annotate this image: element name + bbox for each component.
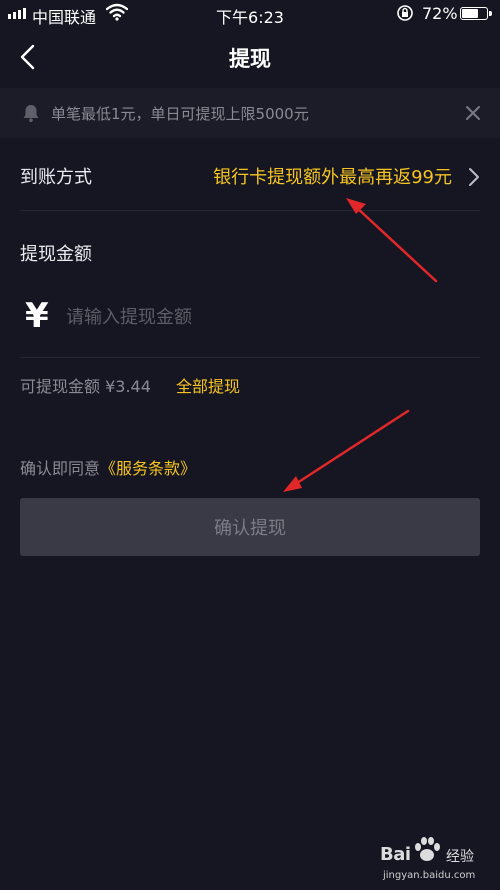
orientation-lock-icon [397,5,413,21]
amount-input[interactable] [66,300,466,334]
withdraw-method-row[interactable]: 到账方式 银行卡提现额外最高再返99元 [0,146,500,208]
available-balance: 可提现金额 ¥3.44 [20,377,151,396]
battery-level-fill [462,9,478,18]
annotation-arrow [283,409,410,492]
nav-bar: 提现 [0,30,500,86]
bell-icon [23,105,39,122]
withdraw-method-label: 到账方式 [20,167,92,188]
watermark-domain: jingyan.baidu.com [383,870,476,881]
withdraw-method-value: 银行卡提现额外最高再返99元 [213,167,452,188]
agreement-text: 确认即同意《服务条款》 [20,455,196,479]
confirm-withdraw-button[interactable]: 确认提现 [20,498,480,556]
notice-banner: 单笔最低1元，单日可提现上限5000元 [0,88,500,138]
terms-link[interactable]: 《服务条款》 [100,459,196,478]
paw-logo-icon [415,837,440,861]
status-bar: 中国联通 下午6:23 72% [0,0,500,28]
watermark-product: 经验 [446,849,474,865]
agreement-prefix: 确认即同意 [20,459,101,478]
battery-percent: 72% [422,4,458,23]
baidu-jingyan-watermark: Bai 经验 jingyan.baidu.com [380,836,495,886]
watermark-brand: Bai [380,844,411,865]
battery-icon [460,7,492,20]
amount-label: 提现金额 [20,244,92,265]
notice-text: 单笔最低1元，单日可提现上限5000元 [51,105,309,123]
chevron-right-icon [469,168,479,186]
divider [20,357,480,358]
close-icon[interactable] [462,102,484,124]
withdraw-all-link[interactable]: 全部提现 [176,373,240,397]
divider [20,210,480,211]
currency-symbol: ¥ [25,296,49,336]
page-title: 提现 [229,47,271,71]
